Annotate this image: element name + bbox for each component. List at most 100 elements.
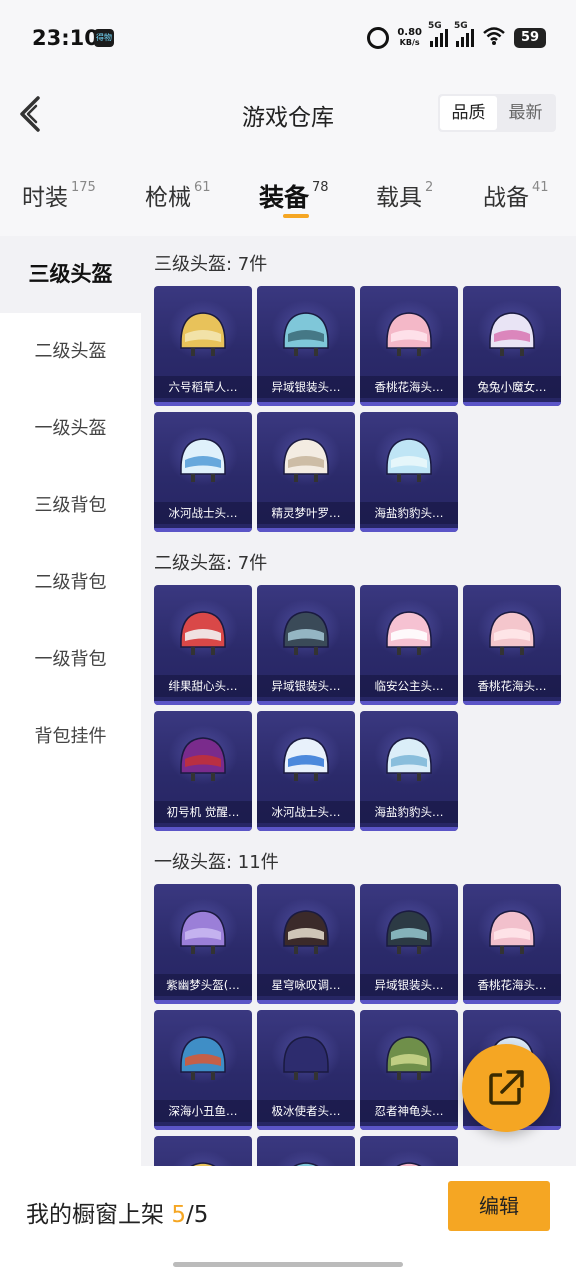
sidebar-item-level2-helmet[interactable]: 二级头盔 — [0, 313, 141, 390]
helmet-icon — [283, 611, 329, 655]
sidebar-item-level1-helmet[interactable]: 一级头盔 — [0, 390, 141, 467]
card-bottom-bar — [154, 701, 252, 705]
item-card[interactable]: 香桃花海头… — [463, 884, 561, 1004]
card-bottom-bar — [360, 402, 458, 406]
item-card-label: 六号稻草人… — [154, 376, 252, 398]
item-card-label: 临安公主头… — [360, 675, 458, 697]
card-bottom-bar — [257, 1000, 355, 1004]
card-bottom-bar — [154, 1000, 252, 1004]
item-card[interactable]: 异域银装头… — [257, 585, 355, 705]
edit-button[interactable]: 编辑 — [448, 1181, 550, 1231]
item-card[interactable]: 极冰使者头… — [257, 1010, 355, 1130]
tab-supplies[interactable]: 战备 41 — [483, 178, 549, 212]
item-card-label: 星穹咏叹调… — [257, 974, 355, 996]
sidebar-item-level3-backpack[interactable]: 三级背包 — [0, 467, 141, 544]
sidebar-item-level3-helmet[interactable]: 三级头盔 — [0, 236, 141, 313]
signal-5g-icon-2: 5G — [454, 21, 474, 47]
item-grid: 三级头盔: 7件 二级头盔: 7件 一级头盔: 11件 六号稻草人… 异域银装头…… — [141, 236, 576, 1166]
signal-5g-icon: 5G — [428, 21, 448, 47]
helmet-icon — [180, 737, 226, 781]
card-bottom-bar — [257, 1126, 355, 1130]
item-card[interactable]: 临安公主头… — [360, 585, 458, 705]
tab-vehicles[interactable]: 载具 2 — [376, 178, 433, 212]
share-out-icon — [489, 1068, 528, 1105]
tab-equipment[interactable]: 装备 78 — [259, 178, 329, 214]
card-bottom-bar — [360, 701, 458, 705]
card-bottom-bar — [257, 701, 355, 705]
item-card[interactable]: 忍者神龟头… — [360, 1010, 458, 1130]
helmet-icon — [180, 312, 226, 356]
card-bottom-bar — [463, 701, 561, 705]
item-card[interactable]: 香桃花海头… — [360, 286, 458, 406]
item-card[interactable]: 兔兔小魔女… — [463, 286, 561, 406]
item-card[interactable]: 异域银装头… — [257, 286, 355, 406]
item-card[interactable]: 六号稻草人… — [154, 286, 252, 406]
item-card[interactable]: 星穹咏叹调… — [257, 884, 355, 1004]
helmet-icon — [283, 1036, 329, 1080]
home-indicator — [173, 1262, 403, 1267]
helmet-icon — [180, 910, 226, 954]
item-card-label: 冰河战士头… — [154, 502, 252, 524]
status-icons: 0.80 KB/s 5G 5G 59 — [367, 21, 546, 51]
battery-icon: 59 — [514, 28, 546, 48]
item-card[interactable]: 冰河战士头… — [154, 412, 252, 532]
item-card-label: 异域银装头… — [257, 675, 355, 697]
helmet-icon — [283, 438, 329, 482]
tab-fashion[interactable]: 时装 175 — [22, 178, 96, 212]
item-card[interactable] — [154, 1136, 252, 1166]
status-bar: 23:10 得物 0.80 KB/s 5G 5G 59 — [0, 0, 576, 72]
helmet-icon — [396, 1162, 422, 1166]
helmet-icon — [180, 1036, 226, 1080]
item-card-label: 兔兔小魔女… — [463, 376, 561, 398]
item-card-label: 异域银装头… — [257, 376, 355, 398]
item-card[interactable]: 深海小丑鱼… — [154, 1010, 252, 1130]
section-title-level3: 三级头盔: 7件 — [154, 254, 268, 275]
item-card-label: 冰河战士头… — [257, 801, 355, 823]
item-card[interactable]: 异域银装头… — [360, 884, 458, 1004]
item-card-label: 绯果甜心头… — [154, 675, 252, 697]
item-card[interactable]: 绯果甜心头… — [154, 585, 252, 705]
helmet-icon — [489, 910, 535, 954]
sort-latest-button[interactable]: 最新 — [497, 96, 554, 130]
section-title-level2: 二级头盔: 7件 — [154, 553, 268, 574]
item-card-label: 忍者神龟头… — [360, 1100, 458, 1122]
sidebar-item-level1-backpack[interactable]: 一级背包 — [0, 621, 141, 698]
wifi-icon — [482, 26, 506, 51]
sidebar-item-level2-backpack[interactable]: 二级背包 — [0, 544, 141, 621]
category-tabs: 时装 175 枪械 61 装备 78 载具 2 战备 41 — [0, 156, 576, 236]
helmet-icon — [386, 1036, 432, 1080]
sort-toggle: 品质 最新 — [438, 94, 556, 132]
item-card-label: 香桃花海头… — [360, 376, 458, 398]
helmet-icon — [386, 737, 432, 781]
app-notification-icon: 得物 — [94, 29, 114, 47]
card-bottom-bar — [257, 827, 355, 831]
item-card[interactable] — [257, 1136, 355, 1166]
status-time: 23:10 — [32, 26, 99, 50]
item-card[interactable] — [360, 1136, 458, 1166]
helmet-icon — [489, 312, 535, 356]
card-bottom-bar — [154, 528, 252, 532]
tab-weapons[interactable]: 枪械 61 — [145, 178, 211, 212]
card-bottom-bar — [154, 1126, 252, 1130]
item-card[interactable]: 冰河战士头… — [257, 711, 355, 831]
item-card[interactable]: 紫幽梦头盔(… — [154, 884, 252, 1004]
item-card-label: 香桃花海头… — [463, 675, 561, 697]
helmet-icon — [283, 910, 329, 954]
item-card-label: 异域银装头… — [360, 974, 458, 996]
sidebar: 三级头盔 二级头盔 一级头盔 三级背包 二级背包 一级背包 背包挂件 — [0, 236, 141, 1166]
share-out-button[interactable] — [462, 1044, 550, 1132]
item-card[interactable]: 海盐豹豹头… — [360, 412, 458, 532]
item-card[interactable]: 精灵梦叶罗… — [257, 412, 355, 532]
item-card[interactable]: 海盐豹豹头… — [360, 711, 458, 831]
helmet-icon — [283, 312, 329, 356]
helmet-icon — [293, 1162, 319, 1166]
item-card-label: 极冰使者头… — [257, 1100, 355, 1122]
item-card[interactable]: 香桃花海头… — [463, 585, 561, 705]
sidebar-item-backpack-charm[interactable]: 背包挂件 — [0, 698, 141, 775]
sort-quality-button[interactable]: 品质 — [440, 96, 497, 130]
item-card-label: 香桃花海头… — [463, 974, 561, 996]
item-card[interactable]: 初号机 觉醒… — [154, 711, 252, 831]
card-bottom-bar — [360, 827, 458, 831]
active-tab-indicator — [283, 214, 309, 218]
item-card-label: 海盐豹豹头… — [360, 801, 458, 823]
